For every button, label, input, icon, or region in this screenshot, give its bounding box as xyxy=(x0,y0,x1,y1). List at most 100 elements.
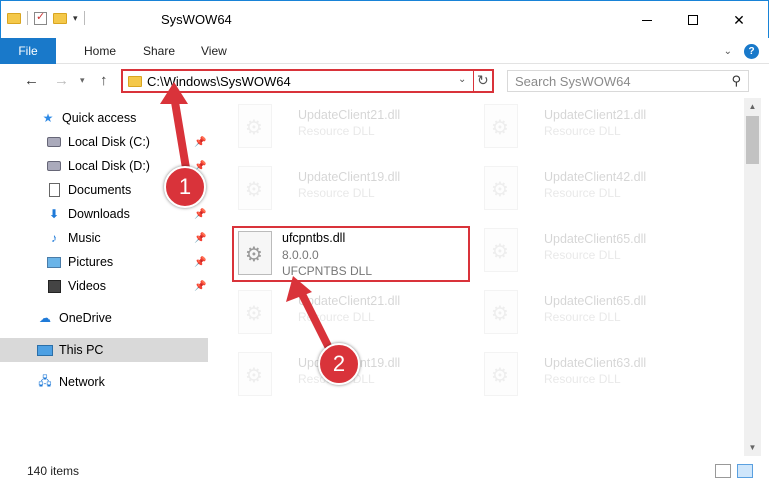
pin-icon[interactable]: 📌 xyxy=(194,233,206,244)
scroll-down-icon[interactable]: ▼ xyxy=(744,439,761,456)
file-name: UpdateClient19.dll xyxy=(298,170,401,184)
sidebar-item-videos[interactable]: Videos 📌 xyxy=(0,274,208,298)
cloud-icon: ☁ xyxy=(39,311,51,325)
maximize-button[interactable] xyxy=(670,1,716,39)
file-item-ufcpntbs[interactable]: ufcpntbs.dll 8.0.0.0 UFCPNTBS DLL xyxy=(232,226,470,282)
tab-home[interactable]: Home xyxy=(84,38,116,64)
navigation-bar: ← → ▾ ↑ C:\Windows\SysWOW64 ⌄ ↻ Search S… xyxy=(0,64,769,98)
sidebar-item-this-pc[interactable]: This PC xyxy=(0,338,208,362)
computer-icon xyxy=(37,342,53,358)
file-item[interactable]: UpdateClient21.dll Resource DLL xyxy=(230,100,468,156)
details-view-icon[interactable] xyxy=(715,464,731,478)
file-name: UpdateClient21.dll xyxy=(298,108,401,122)
sidebar-item-label: Music xyxy=(68,231,101,245)
pin-icon[interactable]: 📌 xyxy=(194,137,206,148)
dll-file-icon xyxy=(484,104,518,148)
file-item[interactable]: UpdateClient21.dll Resource DLL xyxy=(230,286,468,342)
file-item[interactable]: UpdateClient65.dll Resource DLL xyxy=(476,286,714,342)
file-item[interactable]: UpdateClient42.dll Resource DLL xyxy=(476,162,714,218)
scroll-up-icon[interactable]: ▲ xyxy=(744,98,761,115)
sidebar-item-local-disk-c[interactable]: Local Disk (C:) 📌 xyxy=(0,130,208,154)
maximize-icon xyxy=(688,15,698,25)
file-version: 8.0.0.0 xyxy=(282,248,319,262)
divider xyxy=(473,71,474,91)
file-list: UpdateClient21.dll Resource DLL UpdateCl… xyxy=(214,98,744,456)
file-description: Resource DLL xyxy=(544,124,621,138)
file-description: Resource DLL xyxy=(298,310,375,324)
tab-file[interactable]: File xyxy=(0,38,56,64)
sidebar-item-quick-access[interactable]: ★ Quick access xyxy=(0,106,208,130)
up-button[interactable]: ↑ xyxy=(100,72,108,89)
vertical-scrollbar[interactable]: ▲ ▼ xyxy=(744,98,761,456)
sidebar-item-label: Downloads xyxy=(68,207,130,221)
file-description: UFCPNTBS DLL xyxy=(282,264,373,278)
sidebar-item-label: Pictures xyxy=(68,255,114,269)
pin-icon[interactable]: 📌 xyxy=(194,209,206,220)
file-item[interactable]: UpdateClient63.dll Resource DLL xyxy=(476,348,714,404)
sidebar-item-label: Network xyxy=(59,375,105,389)
file-name: UpdateClient65.dll xyxy=(544,232,647,246)
properties-icon[interactable] xyxy=(34,10,47,25)
customize-toolbar-icon[interactable]: ▾ xyxy=(73,13,78,24)
sidebar-item-label: Local Disk (D:) xyxy=(68,159,150,173)
file-item[interactable]: UpdateClient19.dll Resource DLL xyxy=(230,162,468,218)
back-button[interactable]: ← xyxy=(24,72,39,89)
recent-locations-icon[interactable]: ▾ xyxy=(80,75,85,86)
ribbon-controls: ⌄ ? xyxy=(724,44,759,59)
file-description: Resource DLL xyxy=(544,186,621,200)
sidebar-item-music[interactable]: ♪ Music 📌 xyxy=(0,226,208,250)
minimize-button[interactable] xyxy=(624,1,670,39)
address-path[interactable]: C:\Windows\SysWOW64 xyxy=(147,74,291,89)
ribbon-tabs: File Home Share View ⌄ ? xyxy=(0,38,769,64)
search-input[interactable]: Search SysWOW64 ⚲ xyxy=(507,70,749,92)
sidebar-item-label: Quick access xyxy=(62,111,137,125)
sidebar-item-label: Videos xyxy=(68,279,106,293)
file-description: Resource DLL xyxy=(298,124,375,138)
title-bar: ▾ SysWOW64 ✕ xyxy=(0,0,769,38)
pin-icon[interactable]: 📌 xyxy=(194,281,206,292)
dll-file-icon xyxy=(238,166,272,210)
download-icon: ⬇ xyxy=(48,207,60,221)
help-icon[interactable]: ? xyxy=(744,44,759,59)
file-name: UpdateClient21.dll xyxy=(298,294,401,308)
dll-file-icon xyxy=(238,352,272,396)
disk-icon xyxy=(46,158,62,174)
folder-icon xyxy=(128,76,142,87)
dll-file-icon xyxy=(484,228,518,272)
forward-button[interactable]: → xyxy=(54,72,69,89)
refresh-icon[interactable]: ↻ xyxy=(477,72,489,89)
file-description: Resource DLL xyxy=(544,248,621,262)
videos-icon xyxy=(46,278,62,294)
sidebar-item-network[interactable]: 🖧 Network xyxy=(0,370,208,394)
file-item[interactable]: UpdateClient65.dll Resource DLL xyxy=(476,224,714,280)
expand-ribbon-icon[interactable]: ⌄ xyxy=(724,46,732,57)
address-bar[interactable]: C:\Windows\SysWOW64 ⌄ ↻ xyxy=(121,69,494,93)
address-dropdown-icon[interactable]: ⌄ xyxy=(458,74,466,85)
file-name: ufcpntbs.dll xyxy=(282,231,346,245)
document-icon xyxy=(46,182,62,198)
step-1-marker: 1 xyxy=(164,166,206,208)
network-icon: 🖧 xyxy=(38,373,52,388)
tab-view[interactable]: View xyxy=(201,38,227,64)
scrollbar-thumb[interactable] xyxy=(746,116,759,164)
star-icon: ★ xyxy=(42,111,54,125)
navigation-pane: ★ Quick access Local Disk (C:) 📌 Local D… xyxy=(0,98,208,456)
file-description: Resource DLL xyxy=(298,186,375,200)
file-name: UpdateClient63.dll xyxy=(544,356,647,370)
sidebar-item-onedrive[interactable]: ☁ OneDrive xyxy=(0,306,208,330)
sidebar-item-label: Local Disk (C:) xyxy=(68,135,150,149)
pictures-icon xyxy=(46,254,62,270)
pin-icon[interactable]: 📌 xyxy=(194,257,206,268)
new-folder-icon[interactable] xyxy=(53,12,67,24)
minimize-icon xyxy=(642,19,652,21)
tiles-view-icon[interactable] xyxy=(737,464,753,478)
search-icon[interactable]: ⚲ xyxy=(731,73,741,89)
file-item[interactable]: UpdateClient21.dll Resource DLL xyxy=(476,100,714,156)
dll-file-icon xyxy=(484,352,518,396)
file-name: UpdateClient65.dll xyxy=(544,294,647,308)
tab-share[interactable]: Share xyxy=(143,38,175,64)
sidebar-item-pictures[interactable]: Pictures 📌 xyxy=(0,250,208,274)
file-name: UpdateClient21.dll xyxy=(544,108,647,122)
close-button[interactable]: ✕ xyxy=(716,1,762,39)
divider xyxy=(83,11,85,25)
